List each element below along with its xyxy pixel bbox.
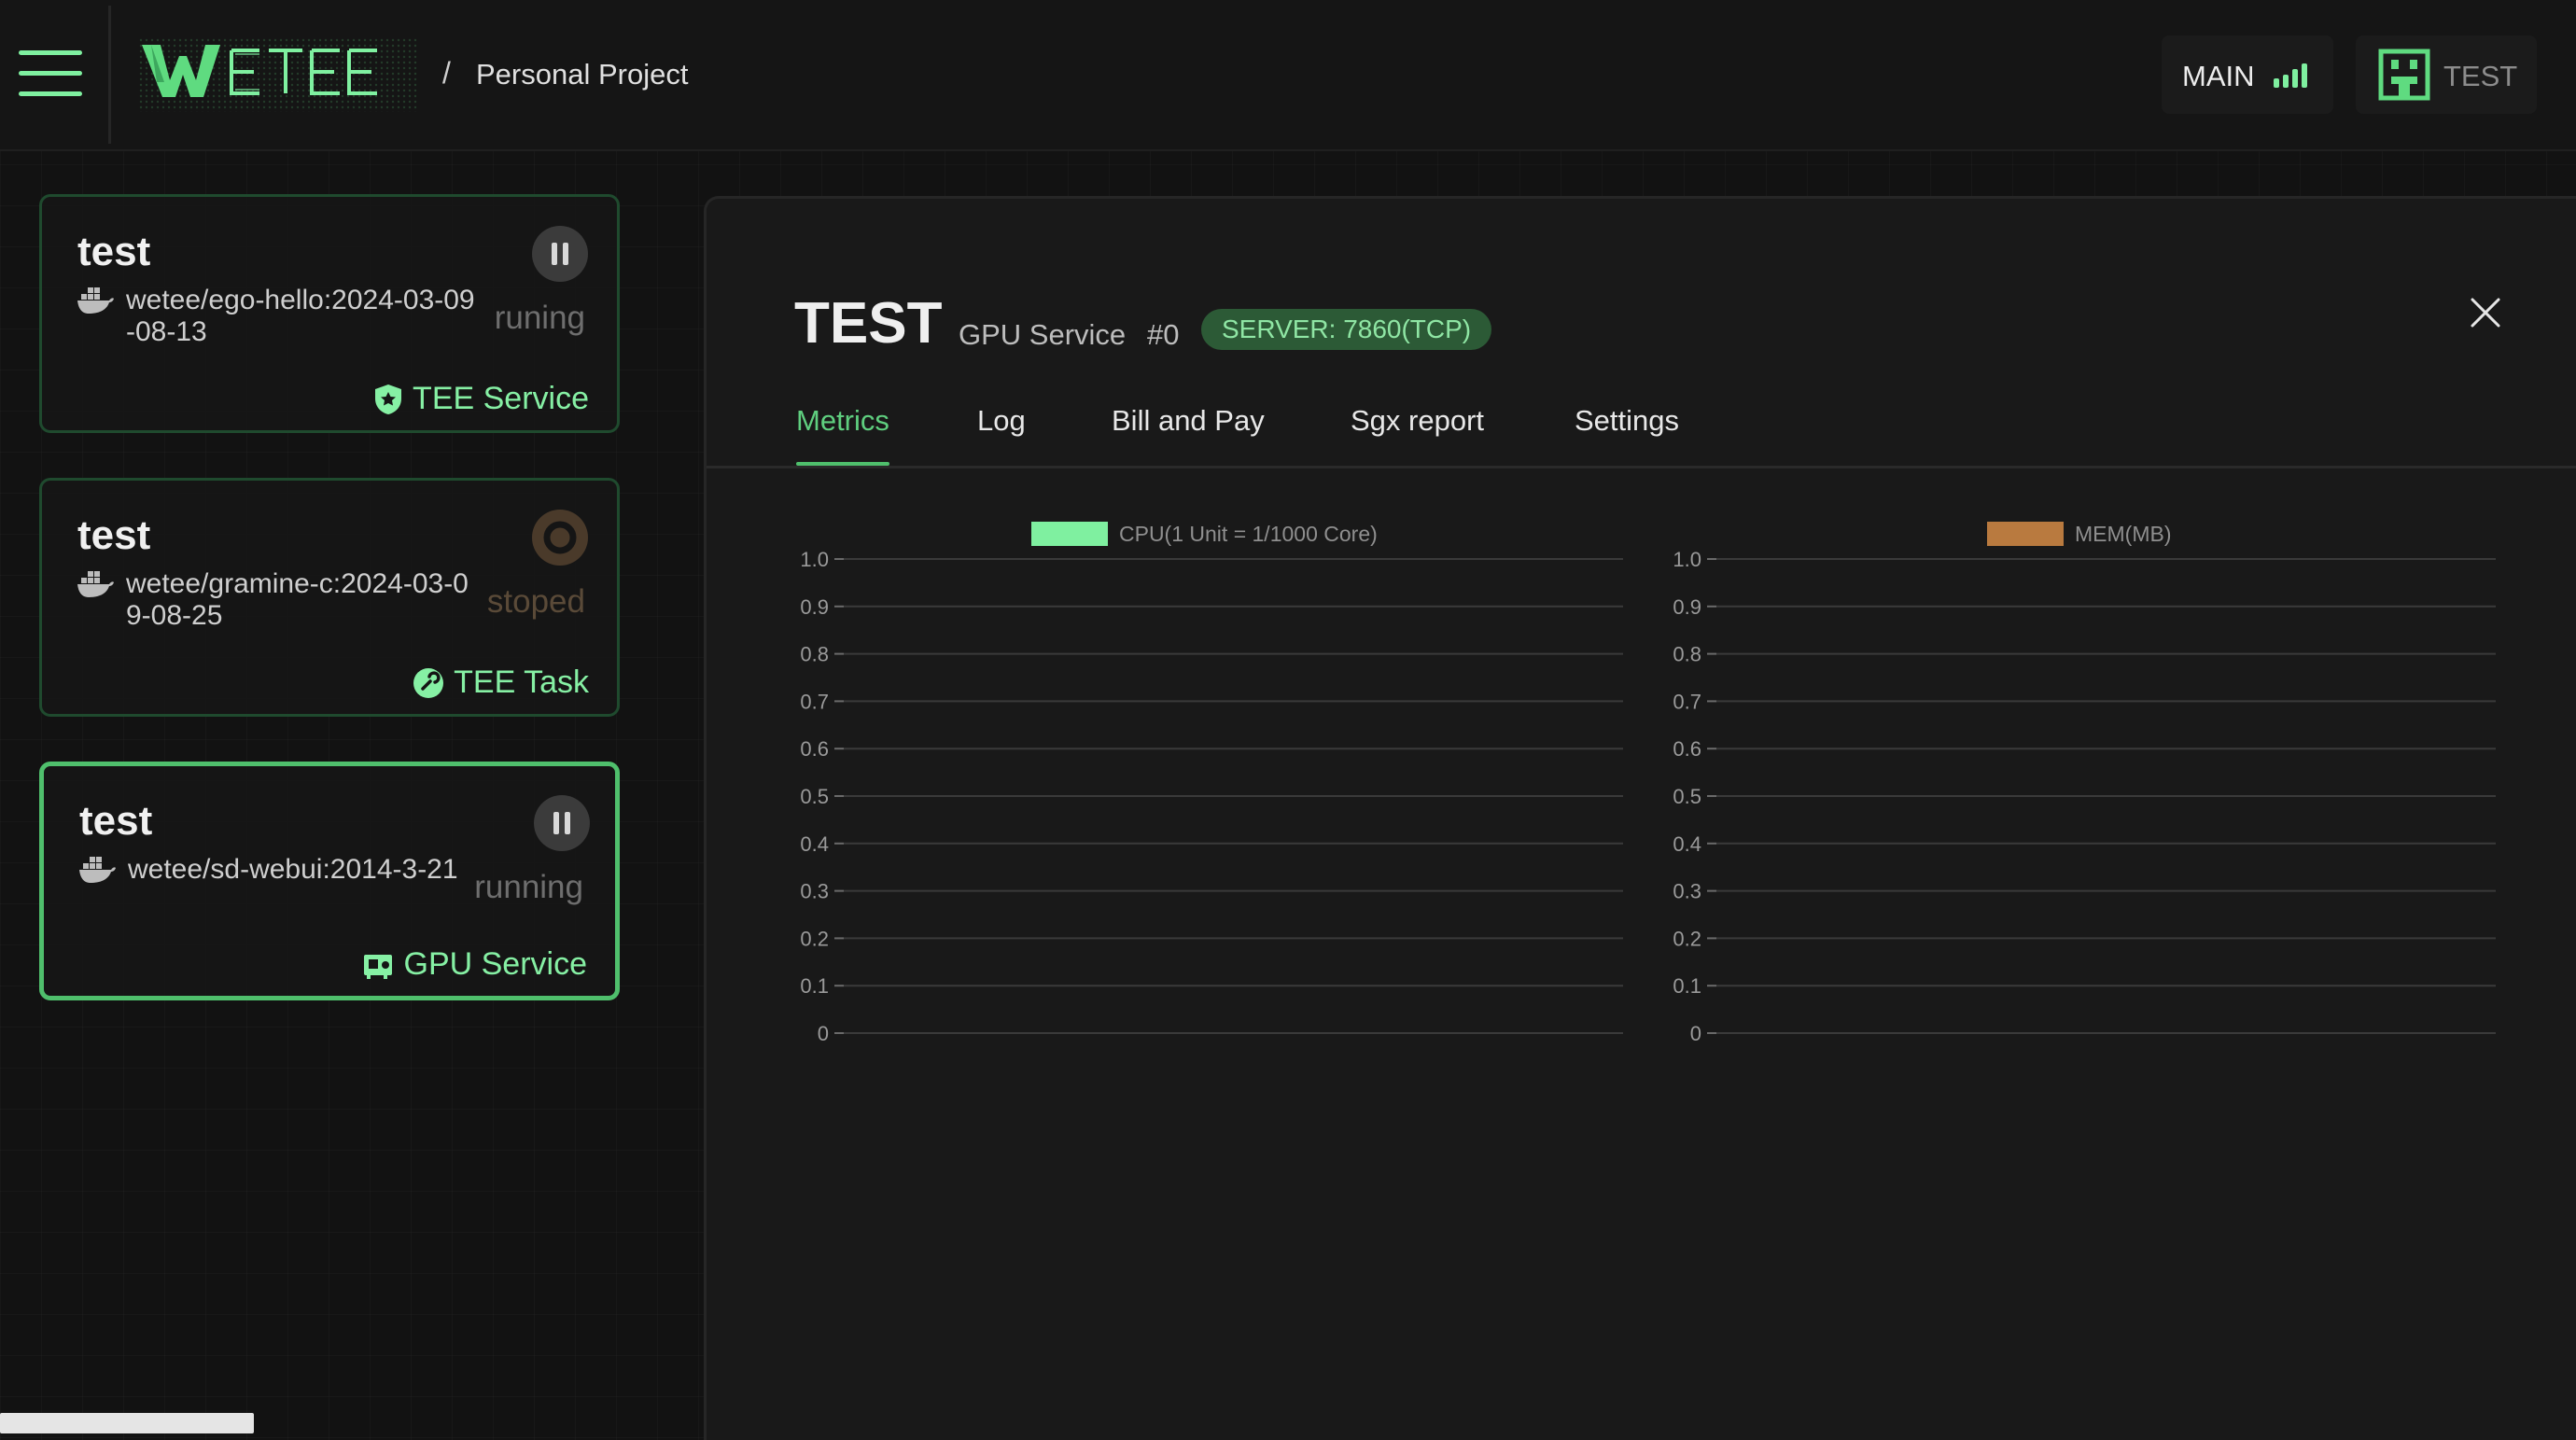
pause-icon[interactable] — [531, 225, 589, 283]
account-button[interactable]: TEST — [2356, 35, 2537, 114]
stopped-ring-icon[interactable] — [531, 509, 589, 566]
y-tick-label: 0.7 — [1673, 690, 1701, 713]
account-name: TEST — [2443, 60, 2518, 92]
y-tick-label: 0.3 — [800, 880, 829, 903]
network-selector-button[interactable]: MAIN — [2162, 35, 2333, 114]
top-bar: / Personal Project MAIN TEST — [0, 0, 2576, 151]
y-tick-label: 0.6 — [1673, 737, 1701, 761]
y-tick-label: 0.2 — [1673, 927, 1701, 950]
network-label: MAIN — [2182, 60, 2255, 92]
card-type-badge: TEE Service — [373, 381, 589, 417]
card-title: test — [77, 229, 151, 274]
legend-swatch — [1031, 522, 1108, 546]
user-avatar-icon — [2378, 49, 2430, 101]
y-tick-label: 0.2 — [800, 927, 829, 950]
y-tick-label: 0.9 — [1673, 595, 1701, 619]
signal-bars-icon — [2274, 63, 2307, 88]
y-tick-label: 0.5 — [1673, 785, 1701, 808]
y-tick-label: 1.0 — [800, 548, 829, 571]
card-type-label: TEE Task — [454, 664, 589, 700]
card-status: stoped — [486, 583, 585, 620]
gpu-icon — [363, 954, 392, 979]
card-status: running — [474, 869, 583, 905]
hamburger-menu-icon[interactable] — [19, 50, 82, 97]
y-tick-label: 0.4 — [1673, 832, 1701, 856]
deployment-card-selected[interactable]: test wetee/sd-webui:2014-3-21 running GP… — [39, 762, 620, 1000]
shield-icon — [375, 384, 402, 414]
breadcrumb-project[interactable]: Personal Project — [476, 58, 688, 91]
y-tick-label: 0.3 — [1673, 880, 1701, 903]
y-tick-label: 1.0 — [1673, 548, 1701, 571]
docker-icon — [79, 857, 116, 883]
y-tick-label: 0.8 — [800, 643, 829, 666]
y-tick-label: 0.9 — [800, 595, 829, 619]
y-tick-label: 0 — [1690, 1022, 1701, 1045]
card-image-name: wetee/gramine-c:2024-03-09-08-25 — [126, 568, 469, 631]
y-tick-label: 0 — [818, 1022, 829, 1045]
card-type-label: GPU Service — [403, 946, 588, 982]
y-tick-label: 0.5 — [800, 785, 829, 808]
y-tick-label: 0.1 — [1673, 974, 1701, 998]
legend-swatch — [1987, 522, 2064, 546]
docker-icon — [77, 571, 114, 597]
y-tick-label: 0.1 — [800, 974, 829, 998]
legend-label: CPU(1 Unit = 1/1000 Core) — [1119, 522, 1378, 546]
card-type-badge: GPU Service — [363, 946, 588, 983]
card-image-name: wetee/sd-webui:2014-3-21 — [128, 854, 458, 885]
task-icon — [413, 667, 444, 698]
y-tick-label: 0.4 — [800, 832, 829, 856]
docker-icon — [77, 287, 114, 314]
y-tick-label: 0.7 — [800, 690, 829, 713]
brand-logo[interactable] — [138, 37, 418, 112]
card-status: runing — [494, 300, 585, 336]
y-tick-label: 0.6 — [800, 737, 829, 761]
deployment-card[interactable]: test wetee/gramine-c:2024-03-09-08-25 st… — [39, 478, 620, 717]
deployment-card[interactable]: test wetee/ego-hello:2024-03-09-08-13 ru… — [39, 194, 620, 433]
metrics-charts: 1.0 0.9 0.8 0.7 0.6 0.5 0.4 0.3 0.2 0.1 0 CPU(1 Uni… — [800, 522, 2496, 1045]
card-image-name: wetee/ego-hello:2024-03-09-08-13 — [126, 285, 475, 347]
card-title: test — [77, 512, 151, 558]
y-tick-label: 0.8 — [1673, 643, 1701, 666]
pause-icon[interactable] — [533, 794, 591, 852]
card-type-badge: TEE Task — [413, 664, 589, 701]
detail-panel: TEST GPU Service #0 SERVER: 7860(TCP) Me… — [704, 196, 2576, 1440]
card-title: test — [79, 798, 153, 844]
legend-label: MEM(MB) — [2075, 522, 2171, 546]
breadcrumb-separator: / — [442, 56, 451, 90]
card-type-label: TEE Service — [413, 381, 589, 416]
status-tooltip-fragment — [0, 1413, 254, 1433]
topbar-divider — [108, 6, 111, 144]
